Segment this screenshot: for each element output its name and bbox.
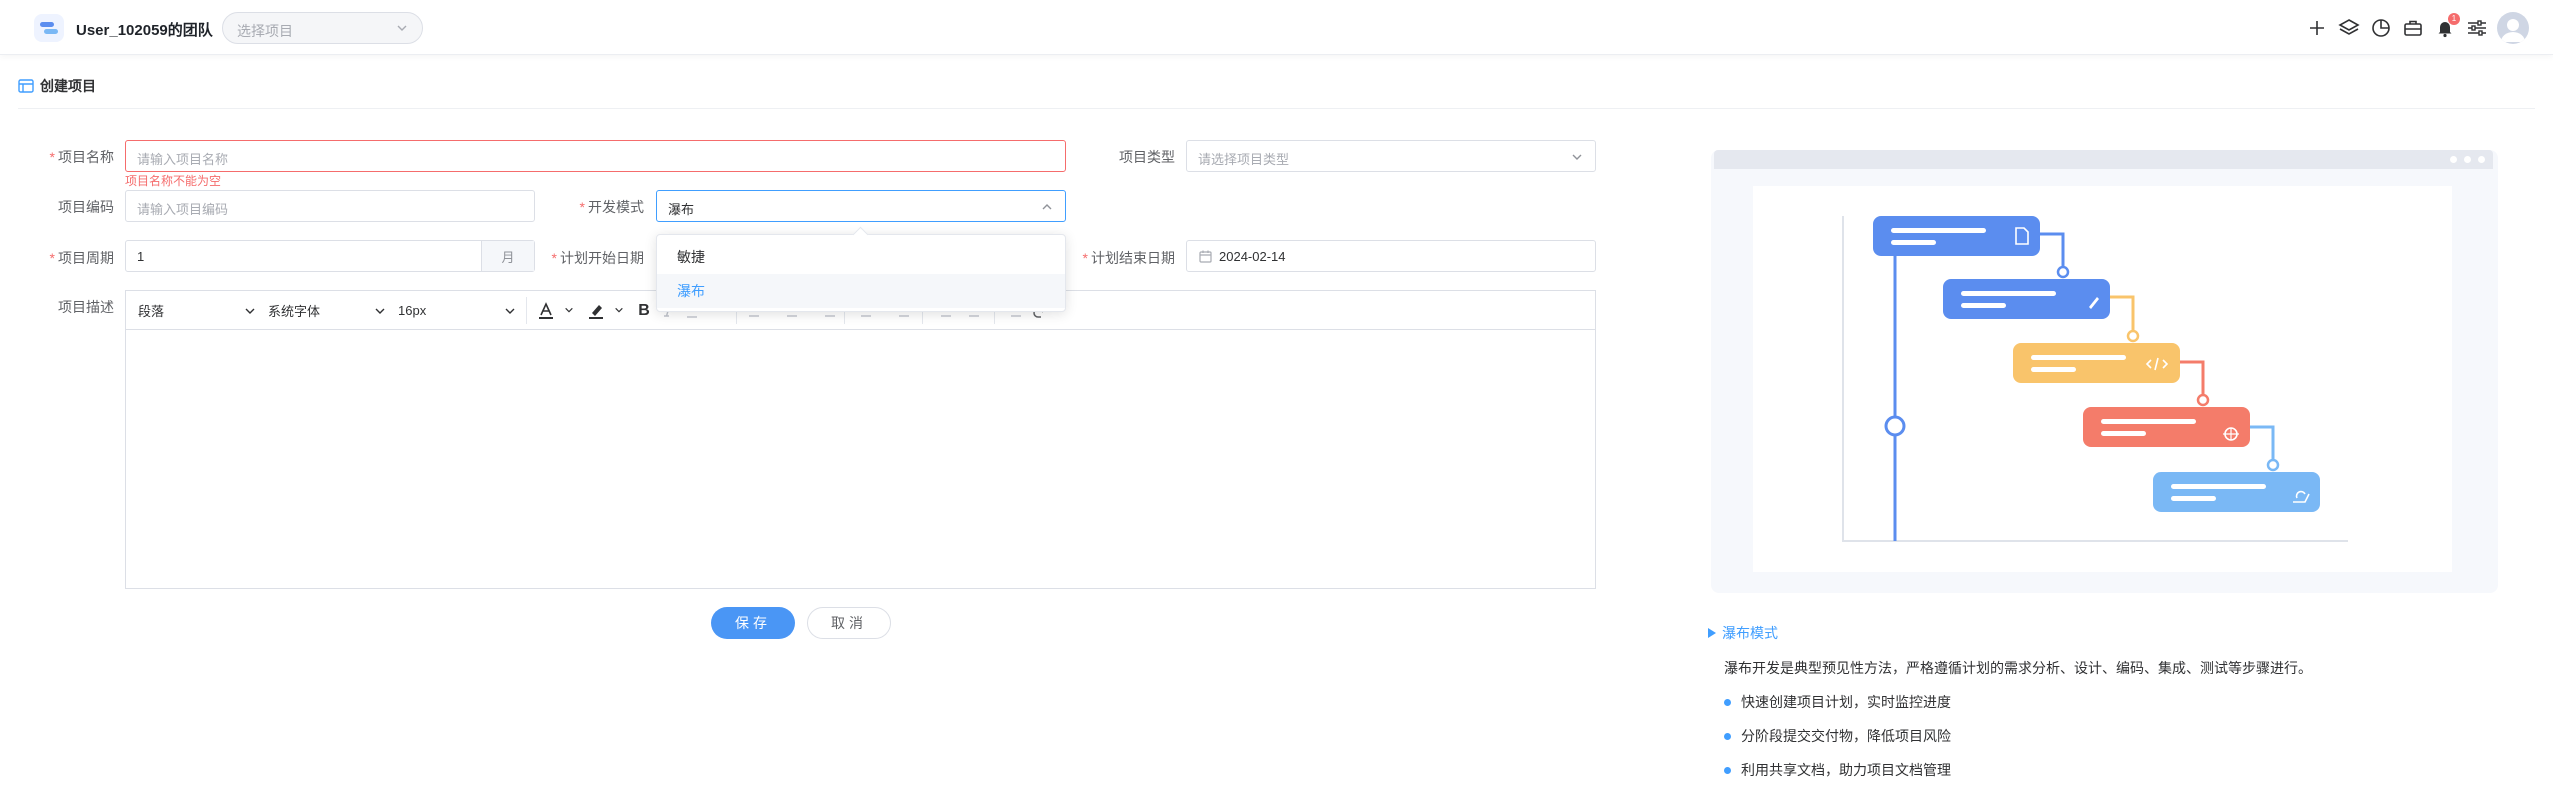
font-family-select[interactable]: 系统字体 <box>268 291 386 330</box>
logo-icon <box>40 22 58 34</box>
top-bar: User_102059的团队 选择项目 1 <box>0 0 2553 55</box>
cancel-button[interactable]: 取消 <box>807 607 891 639</box>
feature-bullet: 分阶段提交交付物，降低项目风险 <box>1724 726 1951 746</box>
rich-text-editor[interactable]: 段落 系统字体 16px B <box>125 290 1596 589</box>
user-icon <box>2501 19 2525 42</box>
chevron-down-icon[interactable] <box>564 305 574 315</box>
mode-title[interactable]: 瀑布模式 <box>1708 623 1778 643</box>
font-size-select[interactable]: 16px <box>398 291 516 330</box>
feature-bullet: 利用共享文档，助力项目文档管理 <box>1724 760 1951 780</box>
project-period-value: 1 <box>137 249 145 264</box>
dev-mode-option-agile[interactable]: 敏捷 <box>657 240 1065 274</box>
add-icon[interactable] <box>2305 16 2329 40</box>
chevron-up-icon <box>1042 204 1052 210</box>
save-button[interactable]: 保存 <box>711 607 795 639</box>
dev-mode-dropdown: 敏捷 瀑布 <box>656 234 1066 312</box>
code-label: 项目编码 <box>58 199 114 215</box>
app-logo[interactable] <box>34 14 64 42</box>
name-label: * 项目名称 <box>49 149 114 165</box>
highlight-icon[interactable] <box>586 301 606 321</box>
notification-badge: 1 <box>2448 13 2460 25</box>
project-name-error: 项目名称不能为空 <box>125 174 222 188</box>
chevron-down-icon <box>505 308 515 314</box>
chevron-down-icon <box>397 25 407 31</box>
project-name-input[interactable]: 请输入项目名称 <box>125 140 1066 172</box>
calendar-icon <box>1199 250 1212 263</box>
end-date-picker[interactable]: 2024-02-14 <box>1186 240 1596 272</box>
page-title: 创建项目 <box>40 78 96 94</box>
bell-icon[interactable]: 1 <box>2433 13 2460 40</box>
chevron-down-icon[interactable] <box>614 305 624 315</box>
font-family-select-label: 系统字体 <box>268 304 321 319</box>
caret-right-icon <box>1708 628 1716 638</box>
mode-title-text: 瀑布模式 <box>1722 625 1778 641</box>
page-header: 创建项目 <box>18 76 96 96</box>
illustration-browser-bar <box>1714 150 2493 169</box>
project-icon <box>18 79 34 93</box>
settings-sliders-icon[interactable] <box>2465 16 2489 40</box>
end-date-value: 2024-02-14 <box>1219 249 1286 264</box>
layers-icon[interactable] <box>2337 16 2361 40</box>
project-name-placeholder: 请输入项目名称 <box>137 152 229 167</box>
dev-mode-value: 瀑布 <box>668 202 695 217</box>
chevron-down-icon <box>245 308 255 314</box>
dev-mode-label: * 开发模式 <box>579 199 644 215</box>
chevron-down-icon <box>375 308 385 314</box>
pie-chart-icon[interactable] <box>2369 16 2393 40</box>
briefcase-icon[interactable] <box>2401 16 2425 40</box>
paragraph-select-label: 段落 <box>138 304 165 319</box>
desc-label: 项目描述 <box>58 299 114 315</box>
project-code-placeholder: 请输入项目编码 <box>137 202 229 217</box>
team-name[interactable]: User_102059的团队 <box>76 19 213 40</box>
end-date-label: * 计划结束日期 <box>1082 250 1175 266</box>
mode-description: 瀑布开发是典型预见性方法，严格遵循计划的需求分析、设计、编码、集成、测试等步骤进… <box>1724 660 2312 676</box>
period-unit: 月 <box>481 241 534 271</box>
illustration-canvas <box>1753 186 2452 572</box>
waterfall-diagram <box>1842 216 2348 542</box>
header-divider <box>18 108 2535 109</box>
project-type-select[interactable]: 请选择项目类型 <box>1186 140 1596 172</box>
dev-mode-select[interactable]: 瀑布 <box>656 190 1066 222</box>
user-avatar[interactable] <box>2497 12 2529 44</box>
period-label: * 项目周期 <box>49 250 114 266</box>
project-select[interactable]: 选择项目 <box>222 12 423 44</box>
project-select-placeholder: 选择项目 <box>237 23 293 39</box>
toolbar-divider <box>526 297 527 324</box>
bold-icon[interactable]: B <box>634 301 654 321</box>
paragraph-select[interactable]: 段落 <box>138 291 256 330</box>
top-icon-group: 1 <box>2305 12 2529 44</box>
project-code-input[interactable]: 请输入项目编码 <box>125 190 535 222</box>
dev-mode-option-waterfall[interactable]: 瀑布 <box>657 274 1065 308</box>
project-period-input[interactable]: 1 月 <box>125 240 535 272</box>
project-type-placeholder: 请选择项目类型 <box>1198 152 1290 167</box>
chevron-down-icon <box>1572 154 1582 160</box>
font-color-icon[interactable] <box>536 301 556 321</box>
font-size-select-label: 16px <box>398 303 427 318</box>
type-label: 项目类型 <box>1119 149 1175 165</box>
feature-bullet: 快速创建项目计划，实时监控进度 <box>1724 692 1951 712</box>
start-date-label: * 计划开始日期 <box>551 250 644 266</box>
